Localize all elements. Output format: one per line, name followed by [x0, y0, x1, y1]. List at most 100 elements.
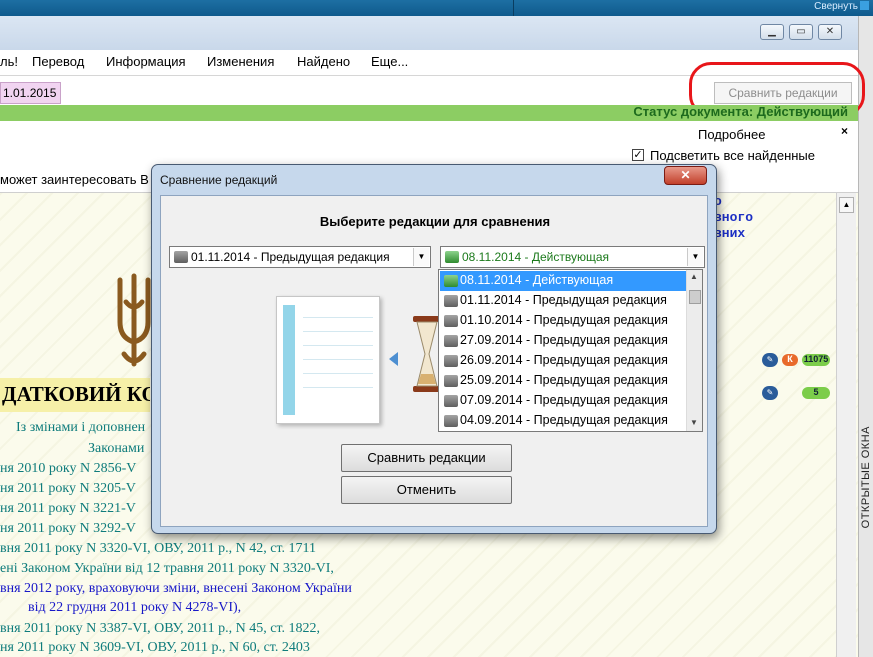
highlight-all-checkbox[interactable]: ✓: [632, 149, 644, 161]
collapse-icon: [860, 1, 869, 10]
page-line: [303, 317, 373, 318]
edition-dropdown-list[interactable]: 08.11.2014 - Действующая 01.11.2014 - Пр…: [438, 269, 703, 432]
document-preview-image: [276, 296, 380, 424]
menu-item-information[interactable]: Информация: [106, 54, 186, 69]
taskbar-separator: [513, 0, 514, 16]
doc-line-2: Законами: [88, 441, 145, 456]
dropdown-option[interactable]: 26.09.2014 - Предыдущая редакция: [440, 351, 686, 371]
count-badge-1[interactable]: 11075: [802, 354, 830, 366]
page-line: [303, 359, 373, 360]
open-windows-panel[interactable]: ОТКРЫТЫЕ ОКНА: [858, 16, 873, 657]
dropdown-option[interactable]: 08.11.2014 - Действующая: [440, 271, 686, 291]
doc-line-1: Із змінами і доповнен: [16, 420, 146, 435]
menu-item-0[interactable]: ль!: [0, 54, 18, 69]
doc-snippet-3: вних: [714, 226, 746, 241]
chevron-down-icon[interactable]: ▼: [413, 248, 429, 266]
option-label: 04.09.2014 - Предыдущая редакция: [460, 413, 668, 427]
top-taskbar: Свернуть: [0, 0, 873, 16]
k-badge[interactable]: К: [782, 354, 798, 366]
menu-item-changes[interactable]: Изменения: [207, 54, 274, 69]
pen-icon[interactable]: ✎: [762, 353, 778, 367]
stamp-icon: [444, 275, 458, 287]
right-edition-value: 08.11.2014 - Действующая: [462, 250, 609, 264]
option-label: 01.11.2014 - Предыдущая редакция: [460, 293, 667, 307]
stamp-icon: [444, 395, 458, 407]
stamp-icon: [444, 375, 458, 387]
option-label: 07.09.2014 - Предыдущая редакция: [460, 393, 668, 407]
left-edition-select[interactable]: 01.11.2014 - Предыдущая редакция ▼: [169, 246, 431, 268]
doc-line-9[interactable]: вня 2012 року, враховуючи зміни, внесені…: [0, 581, 352, 597]
code-title: ДАТКОВИЙ КО: [0, 378, 150, 412]
dropdown-option[interactable]: 01.11.2014 - Предыдущая редакция: [440, 291, 686, 311]
scroll-up-icon[interactable]: ▲: [690, 272, 698, 281]
stamp-icon: [444, 355, 458, 367]
document-scrollbar[interactable]: ▲: [836, 193, 856, 657]
doc-line-4: ня 2011 року N 3205-V: [0, 481, 136, 496]
interest-text[interactable]: может заинтересовать В: [0, 172, 149, 187]
minimize-button[interactable]: ▁: [760, 24, 784, 40]
stamp-icon: [444, 295, 458, 307]
compare-editions-button[interactable]: Сравнить редакции: [341, 444, 512, 472]
tab-date[interactable]: 1.01.2015: [0, 82, 61, 104]
minimize-icon: ▁: [768, 26, 776, 37]
scroll-down-icon[interactable]: ▼: [690, 418, 698, 427]
doc-line-7: вня 2011 року N 3320-VI, ОВУ, 2011 р., N…: [0, 541, 316, 556]
dropdown-option[interactable]: 04.09.2014 - Предыдущая редакция: [440, 411, 686, 431]
doc-line-10[interactable]: від 22 грудня 2011 року N 4278-VI),: [28, 600, 241, 616]
status-bar: Статус документа: Действующий: [0, 104, 858, 121]
arrow-left-icon: [389, 352, 398, 366]
option-label: 27.09.2014 - Предыдущая редакция: [460, 333, 668, 347]
close-window-button[interactable]: ✕: [818, 24, 842, 40]
document-status: Статус документа: Действующий: [633, 104, 848, 119]
doc-line-8: ені Законом України від 12 травня 2011 р…: [0, 561, 334, 576]
stamp-icon: [444, 415, 458, 427]
stamp-icon: [445, 251, 459, 263]
page-line: [303, 373, 373, 374]
collapse-label: Свернуть: [814, 1, 858, 12]
stamp-icon: [174, 251, 188, 263]
dropdown-scrollbar[interactable]: ▲ ▼: [686, 270, 702, 431]
page-line: [303, 345, 373, 346]
doc-snippet-2: вного: [714, 210, 754, 225]
highlight-all-label: Подсветить все найденные: [650, 148, 816, 163]
menu-item-more[interactable]: Еще...: [371, 54, 408, 69]
close-icon: ✕: [825, 26, 835, 37]
right-edition-select[interactable]: 08.11.2014 - Действующая ▼: [440, 246, 705, 268]
pen-icon-2[interactable]: ✎: [762, 386, 778, 400]
dialog-close-button[interactable]: ✕: [664, 166, 707, 185]
left-edition-value: 01.11.2014 - Предыдущая редакция: [191, 250, 390, 264]
stamp-icon: [444, 335, 458, 347]
doc-line-12: ня 2011 року N 3609-VI, ОВУ, 2011 р., N …: [0, 640, 310, 655]
more-details-link[interactable]: Подробнее: [698, 127, 765, 142]
dialog-heading: Выберите редакции для сравнения: [319, 214, 551, 229]
count-badge-2[interactable]: 5: [802, 387, 830, 399]
option-label: 08.11.2014 - Действующая: [460, 273, 614, 287]
option-label: 26.09.2014 - Предыдущая редакция: [460, 353, 668, 367]
restore-icon: ▭: [796, 26, 806, 37]
doc-line-6: ня 2011 року N 3292-V: [0, 521, 136, 536]
close-icon: ✕: [680, 168, 691, 182]
doc-line-11: вня 2011 року N 3387-VI, ОВУ, 2011 р., N…: [0, 621, 320, 636]
dropdown-option[interactable]: 07.09.2014 - Предыдущая редакция: [440, 391, 686, 411]
scroll-up-icon[interactable]: ▲: [839, 197, 854, 213]
scroll-thumb[interactable]: [689, 290, 701, 304]
doc-line-5: ня 2011 року N 3221-V: [0, 501, 136, 516]
collapse-button[interactable]: Свернуть: [814, 1, 869, 12]
option-label: 25.09.2014 - Предыдущая редакция: [460, 373, 668, 387]
dropdown-option[interactable]: 01.10.2014 - Предыдущая редакция: [440, 311, 686, 331]
stamp-icon: [444, 315, 458, 327]
menu-item-translation[interactable]: Перевод: [32, 54, 84, 69]
dropdown-option[interactable]: 27.09.2014 - Предыдущая редакция: [440, 331, 686, 351]
dropdown-option[interactable]: 25.09.2014 - Предыдущая редакция: [440, 371, 686, 391]
page-line: [303, 331, 373, 332]
page-line: [303, 387, 373, 388]
menu-item-found[interactable]: Найдено: [297, 54, 350, 69]
close-info-icon[interactable]: ×: [841, 124, 848, 138]
info-panel: Подробнее × ✓ Подсветить все найденные: [0, 121, 858, 169]
chevron-down-icon[interactable]: ▼: [687, 248, 703, 266]
cancel-button[interactable]: Отменить: [341, 476, 512, 504]
doc-line-3: ня 2010 року N 2856-V: [0, 461, 137, 476]
main-window-titlebar: ▁ ▭ ✕: [0, 16, 858, 50]
maximize-button[interactable]: ▭: [789, 24, 813, 40]
option-label: 01.10.2014 - Предыдущая редакция: [460, 313, 668, 327]
